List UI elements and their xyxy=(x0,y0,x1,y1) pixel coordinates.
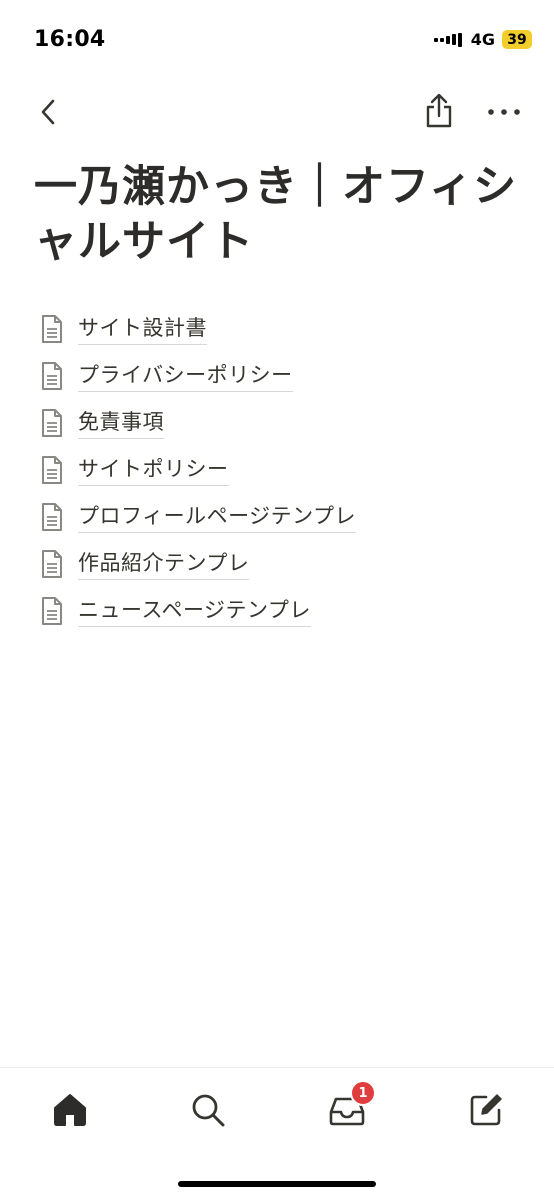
status-time: 16:04 xyxy=(34,27,106,52)
back-button[interactable] xyxy=(34,94,66,130)
subpage-link[interactable]: サイト設計書 xyxy=(40,305,530,352)
subpage-link[interactable]: ニュースページテンプレ xyxy=(40,587,530,634)
tab-search[interactable] xyxy=(188,1090,228,1130)
page-title: 一乃瀬かっき｜オフィシャルサイト xyxy=(34,162,518,267)
notion-page-screen: 16:04 4G 39 一乃瀬かっき｜オフィシャルサイト サイト設計書 プライバ… xyxy=(0,0,554,1199)
subpage-list: サイト設計書 プライバシーポリシー 免責事項 サイトポリシー プロフィールページ… xyxy=(40,305,530,634)
share-button[interactable] xyxy=(422,92,456,130)
signal-icon xyxy=(433,32,462,47)
subpage-label: プロフィールページテンプレ xyxy=(78,500,357,533)
inbox-badge: 1 xyxy=(350,1080,376,1106)
battery-indicator: 39 xyxy=(502,30,532,49)
subpage-label: プライバシーポリシー xyxy=(78,359,293,392)
page-icon xyxy=(42,408,62,437)
more-horizontal-icon xyxy=(488,109,520,115)
subpage-link[interactable]: プライバシーポリシー xyxy=(40,352,530,399)
compose-icon xyxy=(470,1094,502,1126)
chevron-left-icon xyxy=(41,99,55,125)
bottom-tab-bar: 1 xyxy=(0,1067,554,1199)
subpage-link[interactable]: プロフィールページテンプレ xyxy=(40,493,530,540)
status-bar: 16:04 4G 39 xyxy=(0,0,554,82)
subpage-label: ニュースページテンプレ xyxy=(78,594,311,627)
home-icon xyxy=(54,1094,86,1126)
page-icon xyxy=(42,455,62,484)
subpage-link[interactable]: サイトポリシー xyxy=(40,446,530,493)
subpage-label: 作品紹介テンプレ xyxy=(78,547,250,580)
page-icon xyxy=(42,596,62,625)
tab-home[interactable] xyxy=(50,1090,90,1130)
subpage-label: 免責事項 xyxy=(78,406,164,439)
home-indicator xyxy=(178,1181,376,1187)
search-icon xyxy=(192,1094,225,1127)
tab-compose[interactable] xyxy=(466,1090,506,1130)
subpage-label: サイト設計書 xyxy=(78,312,207,345)
page-icon xyxy=(42,314,62,343)
subpage-link[interactable]: 作品紹介テンプレ xyxy=(40,540,530,587)
more-button[interactable] xyxy=(486,98,522,126)
page-icon xyxy=(42,361,62,390)
page-icon xyxy=(42,549,62,578)
subpage-link[interactable]: 免責事項 xyxy=(40,399,530,446)
share-icon xyxy=(426,93,452,128)
status-indicators: 4G 39 xyxy=(433,30,532,49)
page-icon xyxy=(42,502,62,531)
network-type: 4G xyxy=(470,30,495,49)
subpage-label: サイトポリシー xyxy=(78,453,229,486)
